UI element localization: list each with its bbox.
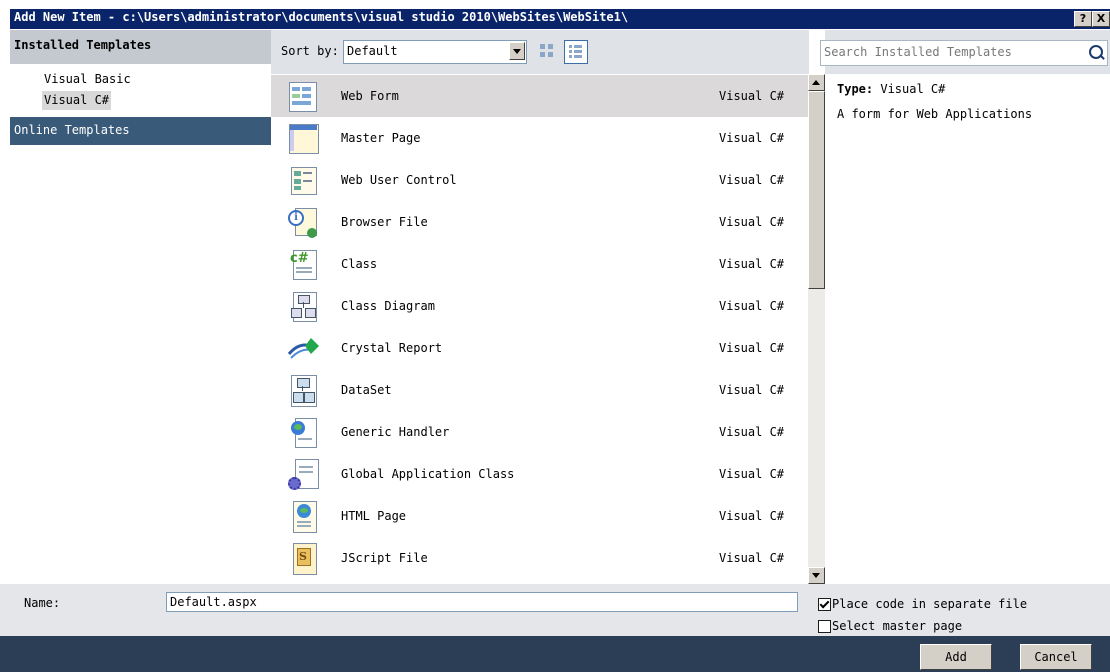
list-item-class[interactable]: c# Class Visual C# [271,243,808,285]
jscript-file-icon: S [287,542,317,575]
list-item-html-page[interactable]: HTML Page Visual C# [271,495,808,537]
html-page-icon [287,500,317,533]
medium-icons-view-button[interactable] [536,40,558,62]
online-templates-header[interactable]: Online Templates [10,117,271,145]
template-list-scrollbar[interactable] [808,74,825,584]
list-item-class-diagram[interactable]: Class Diagram Visual C# [271,285,808,327]
place-code-separate-checkbox[interactable] [818,598,831,611]
item-name: Web User Control [341,173,457,187]
place-code-separate-label[interactable]: Place code in separate file [832,597,1027,611]
item-language: Visual C# [719,215,785,229]
generic-handler-icon [287,416,317,448]
add-button[interactable]: Add [920,644,992,670]
class-icon: c# [287,248,317,280]
item-name: Class [341,257,378,271]
title-bar[interactable]: Add New Item - c:\Users\administrator\do… [0,0,1110,30]
sort-by-value: Default [347,44,398,58]
select-master-page-checkbox[interactable] [818,620,831,633]
dataset-icon [287,374,317,407]
list-item-web-user-control[interactable]: Web User Control Visual C# [271,159,808,201]
item-language: Visual C# [719,173,785,187]
item-name: DataSet [341,383,392,397]
online-templates-label: Online Templates [14,123,130,137]
scroll-up-button[interactable] [808,74,825,91]
item-language: Visual C# [719,509,785,523]
list-item-dataset[interactable]: DataSet Visual C# [271,369,808,411]
item-language: Visual C# [719,131,785,145]
list-item-crystal-report[interactable]: Crystal Report Visual C# [271,327,808,369]
sort-by-label: Sort by: [281,44,339,58]
item-name: Generic Handler [341,425,450,439]
select-master-page-label[interactable]: Select master page [832,619,962,633]
item-language: Visual C# [719,551,785,565]
template-tree: Installed Templates Visual Basic Visual … [10,30,271,584]
scrollbar-thumb[interactable] [808,91,825,289]
tree-item-visual-csharp[interactable]: Visual C# [42,91,112,110]
window-title: Add New Item - c:\Users\administrator\do… [14,10,629,24]
sort-toolbar: Sort by: Default [271,30,809,74]
class-diagram-icon [287,290,317,322]
template-list[interactable]: Web Form Visual C# Master Page Visual C#… [271,74,808,584]
list-item-jscript-file[interactable]: S JScript File Visual C# [271,537,808,579]
item-name: Class Diagram [341,299,435,313]
item-language: Visual C# [719,467,785,481]
crystal-report-icon [287,332,319,364]
search-placeholder: Search Installed Templates [824,45,1012,59]
item-language: Visual C# [719,257,785,271]
list-item-master-page[interactable]: Master Page Visual C# [271,117,808,159]
item-name: JScript File [341,551,428,565]
search-input[interactable]: Search Installed Templates [820,40,1108,66]
item-name: Crystal Report [341,341,443,355]
item-name: HTML Page [341,509,407,523]
item-name: Global Application Class [341,467,515,481]
global-application-class-icon [287,458,319,490]
web-form-icon [287,80,317,112]
list-item-web-form[interactable]: Web Form Visual C# [271,75,808,117]
details-panel: Search Installed Templates Type: Visual … [820,30,1110,584]
search-header: Search Installed Templates [820,30,1110,74]
list-item-generic-handler[interactable]: Generic Handler Visual C# [271,411,808,453]
name-field[interactable]: Default.aspx [166,592,798,612]
sort-by-dropdown[interactable]: Default [343,40,527,64]
master-page-icon [287,122,319,154]
chevron-down-icon[interactable] [509,42,525,60]
tree-item-visual-basic[interactable]: Visual Basic [42,70,133,89]
item-language: Visual C# [719,89,785,103]
list-view-button[interactable] [564,40,588,64]
list-item-global-application-class[interactable]: Global Application Class Visual C# [271,453,808,495]
item-language: Visual C# [719,383,785,397]
help-button[interactable]: ? [1074,11,1092,27]
list-item-browser-file[interactable]: i Browser File Visual C# [271,201,808,243]
type-label: Type: [837,82,874,96]
installed-templates-label: Installed Templates [14,38,152,52]
installed-templates-header[interactable]: Installed Templates [10,30,271,64]
type-value: Visual C# [880,82,946,96]
dialog-footer: Add Cancel [0,636,1110,672]
template-description: A form for Web Applications [837,107,1033,121]
name-label: Name: [24,596,61,610]
scroll-down-button[interactable] [808,567,825,584]
item-name: Browser File [341,215,428,229]
cancel-button[interactable]: Cancel [1020,644,1092,670]
bottom-panel: Name: Default.aspx Place code in separat… [0,584,1110,672]
close-button[interactable]: X [1092,11,1110,27]
template-type: Type: Visual C# [837,82,945,96]
web-user-control-icon [287,164,317,196]
item-language: Visual C# [719,299,785,313]
item-name: Master Page [341,131,421,145]
item-language: Visual C# [719,425,785,439]
search-icon[interactable] [1089,45,1103,59]
browser-file-icon: i [287,206,317,238]
item-name: Web Form [341,89,399,103]
item-language: Visual C# [719,341,785,355]
